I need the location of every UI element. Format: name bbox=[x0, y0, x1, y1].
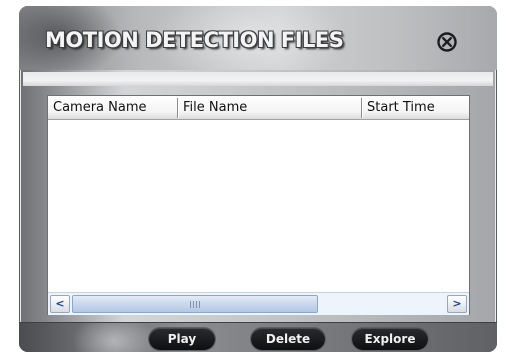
window-title: MOTION DETECTION FILES bbox=[45, 28, 344, 52]
column-header-start-time[interactable]: Start Time bbox=[362, 96, 469, 119]
scrollbar-thumb[interactable] bbox=[72, 295, 318, 313]
files-list[interactable]: Camera Name File Name Start Time < > bbox=[47, 95, 470, 315]
column-header-file-name[interactable]: File Name bbox=[178, 96, 361, 119]
list-header: Camera Name File Name Start Time bbox=[48, 96, 469, 120]
chevron-right-icon: > bbox=[452, 297, 462, 310]
scroll-right-button[interactable]: > bbox=[447, 295, 467, 313]
grip-icon bbox=[190, 301, 200, 308]
title-bar: MOTION DETECTION FILES bbox=[19, 6, 497, 70]
play-button[interactable]: Play bbox=[149, 328, 215, 350]
chevron-left-icon: < bbox=[55, 297, 65, 310]
motion-detection-files-window: MOTION DETECTION FILES Camera Name File … bbox=[19, 6, 497, 352]
column-header-camera-name[interactable]: Camera Name bbox=[48, 96, 177, 119]
header-divider-band bbox=[23, 72, 493, 86]
scroll-left-button[interactable]: < bbox=[50, 295, 70, 313]
delete-button[interactable]: Delete bbox=[251, 328, 325, 350]
list-body[interactable] bbox=[48, 120, 469, 292]
close-circle-x-icon bbox=[437, 32, 457, 52]
close-button[interactable] bbox=[436, 31, 458, 53]
explore-button[interactable]: Explore bbox=[352, 328, 428, 350]
button-bar: Play Delete Explore bbox=[19, 322, 497, 352]
horizontal-scrollbar[interactable]: < > bbox=[48, 292, 469, 315]
